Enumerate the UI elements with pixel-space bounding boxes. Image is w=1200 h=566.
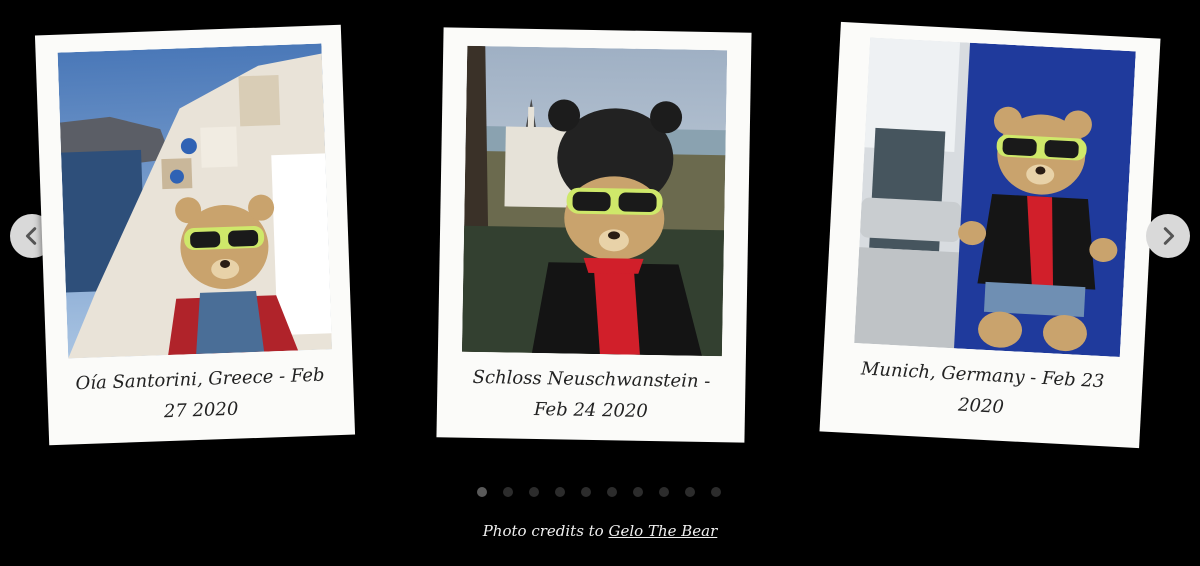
carousel-next-button[interactable]	[1146, 214, 1190, 258]
slide-caption: Munich, Germany - Feb 23 2020	[820, 351, 1143, 430]
carousel-dot[interactable]	[555, 487, 565, 497]
chevron-right-icon	[1163, 227, 1175, 245]
slide-munich: Munich, Germany - Feb 23 2020	[819, 21, 1161, 449]
carousel-dot[interactable]	[477, 487, 487, 497]
carousel-pagination	[477, 487, 721, 497]
carousel-dot[interactable]	[607, 487, 617, 497]
teddy-bear-castle-photo	[461, 45, 728, 357]
caption-line: Schloss Neuschwanstein -	[472, 366, 711, 393]
teddy-bear-santorini-photo	[57, 43, 333, 359]
slide-caption: Oía Santorini, Greece - Feb 27 2020	[47, 359, 355, 432]
caption-line: Feb 24 2020	[533, 398, 649, 422]
teddy-bear-train-photo	[854, 37, 1136, 357]
slide-caption: Schloss Neuschwanstein - Feb 24 2020	[437, 361, 746, 428]
photo-credits: Photo credits to Gelo The Bear	[0, 522, 1200, 540]
slide-santorini: Oía Santorini, Greece - Feb 27 2020	[34, 24, 356, 446]
carousel-dot[interactable]	[581, 487, 591, 497]
carousel-dot[interactable]	[659, 487, 669, 497]
slide-neuschwanstein: Schloss Neuschwanstein - Feb 24 2020	[436, 27, 752, 443]
credits-prefix: Photo credits to	[482, 522, 604, 540]
credits-link[interactable]: Gelo The Bear	[609, 522, 718, 540]
carousel-dot[interactable]	[633, 487, 643, 497]
chevron-left-icon	[25, 227, 37, 245]
carousel-dot[interactable]	[503, 487, 513, 497]
carousel-dot[interactable]	[685, 487, 695, 497]
carousel-dot[interactable]	[711, 487, 721, 497]
carousel-dot[interactable]	[529, 487, 539, 497]
